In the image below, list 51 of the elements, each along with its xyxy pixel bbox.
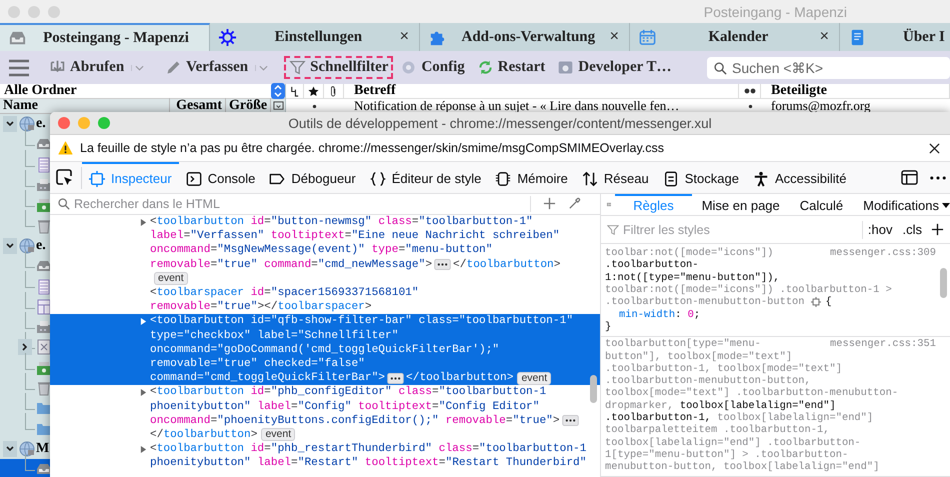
selector-text: toolbar:not([mode="icons"]) .toolbarbutton-1 > xyxy=(605,284,892,296)
brace: } xyxy=(605,320,612,333)
code-text: oncommand="goDoCommand('cmd_toggleQuickFilterBar');" xyxy=(150,344,500,356)
tab-label: Posteingang - Mapenzi xyxy=(42,30,190,46)
code-text: label="Verfassen" tooltiptext="Eine neue Nachricht schreiben" xyxy=(150,230,560,242)
selector-text: toolbox[mode="text"] .toolbarbutton-menubutton- xyxy=(605,387,898,400)
code-text: <toolbarbutton id="phb_restartThunderbird" class="toolbarbutton-1 xyxy=(150,443,586,456)
selector-text: toolbar:not([mode="icons"]) xyxy=(605,247,774,260)
warning-message: La feuille de style n’a pas pu être chargée. chrome://messenger/skin/smime/msgCompSMIMEOverlay.css xyxy=(80,141,664,155)
window-title: Outils de développement - chrome://messenger/content/messenger.xul xyxy=(287,116,713,130)
account-name: e. xyxy=(36,116,46,132)
selector-text: 1[type="menu-button"] > .toolbarbutton- xyxy=(605,448,848,461)
tab-label: Einstellungen xyxy=(274,28,364,46)
tab-label: Add-ons-Verwaltung xyxy=(460,28,596,46)
selector-text: .toolbarbutton-menubutton-button, xyxy=(605,375,811,388)
account-name: M xyxy=(36,440,50,457)
account-name: e. xyxy=(36,238,46,254)
code-text: oncommand="phoenityButtons.configEditor();" removable="true"> xyxy=(150,414,560,427)
selector-text: .toolbarbutton- xyxy=(605,259,699,272)
code-text: removable="true" command="cmd_newMessage"> xyxy=(150,258,432,271)
window-title: Posteingang - Mapenzi xyxy=(704,4,847,20)
code-text: oncommand="MsgNewMessage(event)" type="menu-button" xyxy=(150,244,492,256)
selector-text: toolbarpaletteitem .toolbarbutton-1, xyxy=(605,424,830,436)
code-text: <toolbarbutton id="button-newmsg" class="toolbarbutton-1" xyxy=(150,216,533,228)
selector-text: menubutton-button, toolbox[labelalign="end"] xyxy=(605,461,880,474)
tab-label: Über I xyxy=(903,28,945,46)
code-text: phoenitybutton" label="Restart" tooltiptext="Restart Thunderbird" xyxy=(150,457,586,470)
code-text: removable="true" checked="false" xyxy=(150,358,365,370)
brace: { xyxy=(826,296,832,308)
code-text: phoenitybutton" label="Config" tooltiptext="Config Editor" xyxy=(150,400,540,413)
selector-text: .toolbarbutton-1, toolbox[labelalign="end"] xyxy=(605,412,874,424)
folder-view-title: Alle Ordner xyxy=(4,83,77,99)
selector-text: .toolbarbutton-1, toolbox[mode="text"] xyxy=(605,362,842,375)
code-text: command="cmd_toggleQuickFilterBar"> xyxy=(150,372,385,384)
selector-text: 1:not([type="menu-button"]), xyxy=(605,272,780,284)
tab-label: Kalender xyxy=(707,28,770,46)
code-text: </toolbarbutton> xyxy=(150,428,258,441)
code-text: </toolbarbutton> xyxy=(453,258,560,271)
code-text: removable="true"></toolbarspacer> xyxy=(150,301,372,314)
code-text: </toolbarbutton> xyxy=(406,372,514,384)
code-text: <toolbarbutton id="qfb-show-filter-bar" class="toolbarbutton-1" xyxy=(150,315,574,328)
message-subject: Notification de réponse à un sujet - « Lire dans nouvelle fen… xyxy=(353,99,680,113)
selector-text: button"], toolbox[mode="text"] xyxy=(605,350,792,363)
message-correspondent: forums@mozfr.org xyxy=(770,99,872,113)
selector-text: dropmarker, toolbox[labelalign="end"] xyxy=(605,400,836,412)
selector-text: toolbarbutton[type="menu- xyxy=(605,338,761,350)
selector-text: .toolbarbutton-menubutton-button xyxy=(605,296,805,308)
code-text: <toolbarbutton id="phb_configEditor" class="toolbarbutton-1 xyxy=(150,386,546,398)
selector-text: toolbox[labelalign="end"] .toolbarbutton- xyxy=(605,436,861,449)
code-text: type="checkbox" label="Schnellfilter" xyxy=(150,330,398,342)
code-text: <toolbarspacer id="spacer15693371568101" xyxy=(150,287,419,300)
